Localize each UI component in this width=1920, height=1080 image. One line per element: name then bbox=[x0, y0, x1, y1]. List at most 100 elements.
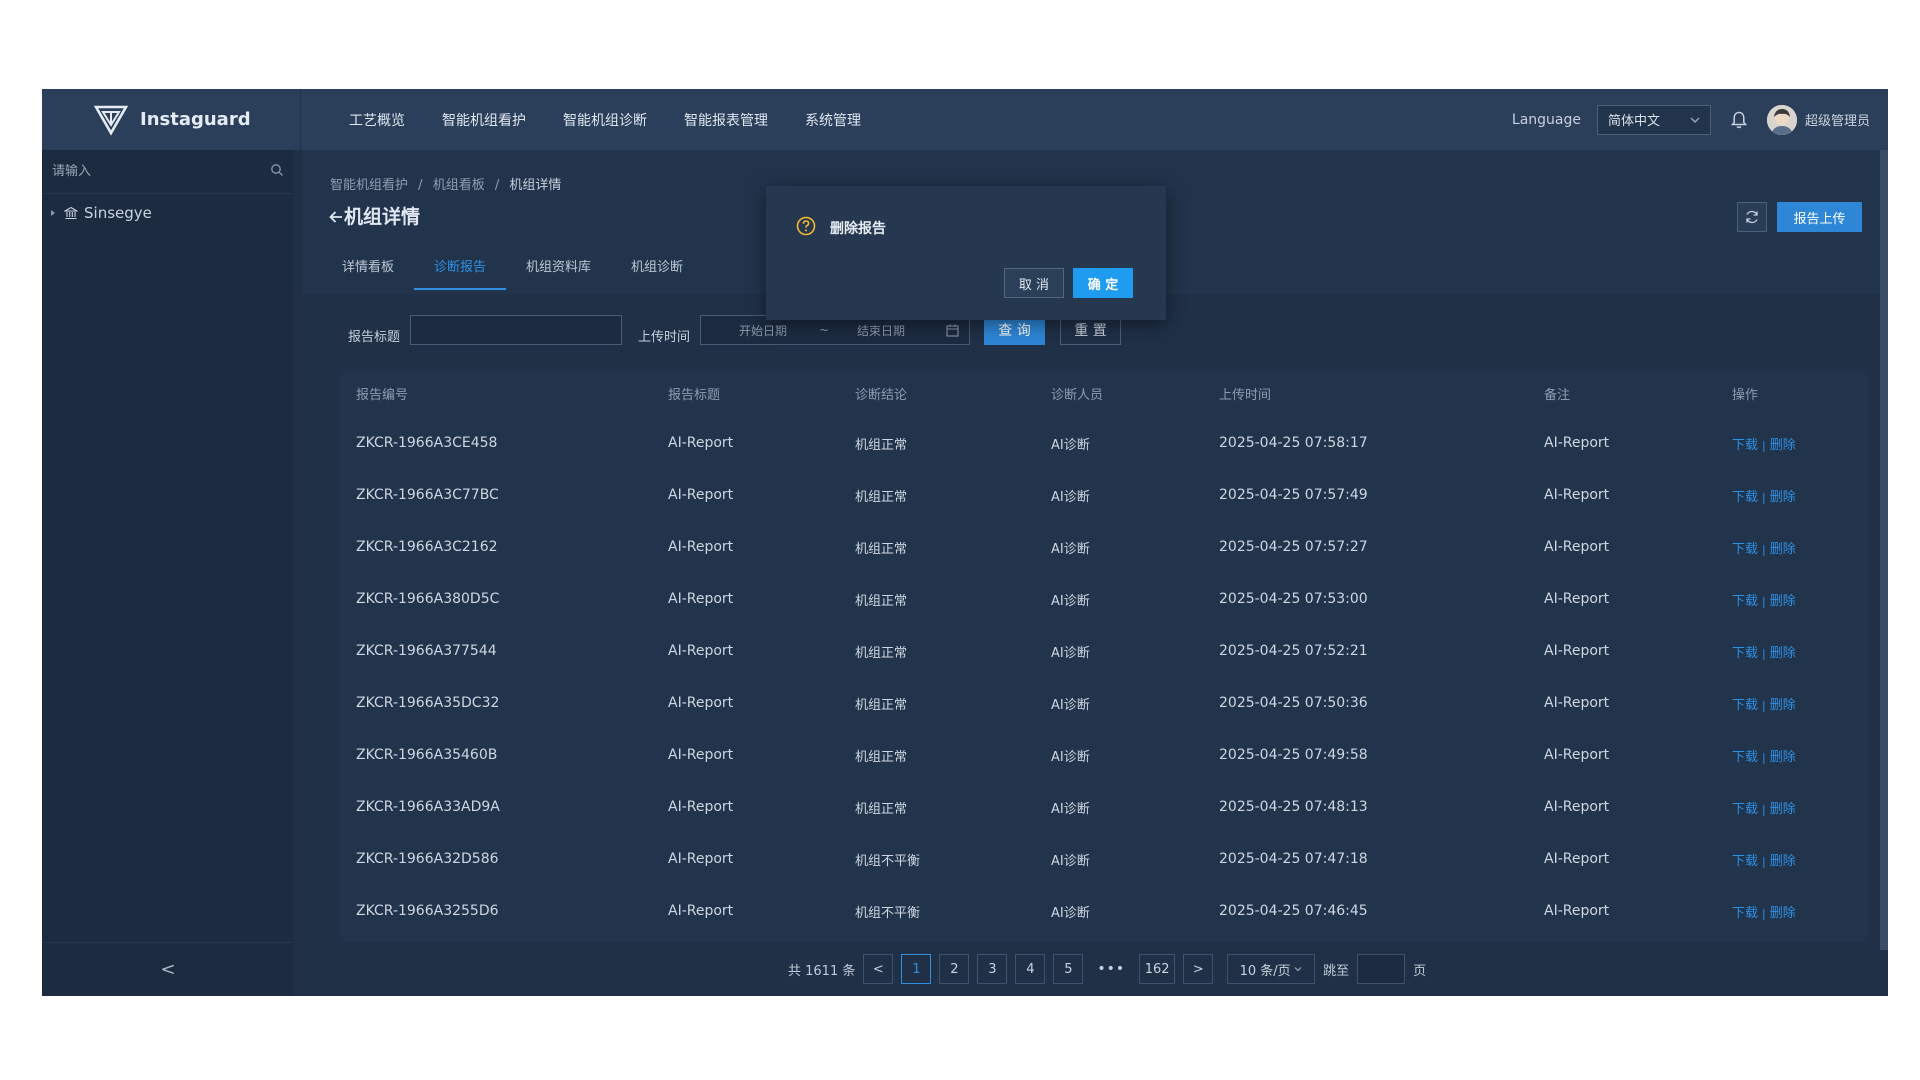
pagination-page-last[interactable]: 162 bbox=[1139, 954, 1176, 984]
breadcrumb: 智能机组看护 / 机组看板 / 机组详情 bbox=[330, 174, 561, 193]
remark-cell: AI-Report bbox=[1544, 903, 1610, 919]
search-icon[interactable] bbox=[270, 163, 284, 177]
pagination-ellipsis[interactable]: ••• bbox=[1097, 961, 1125, 977]
sidebar-search-input[interactable] bbox=[52, 164, 252, 179]
report-upload-button[interactable]: 报告上传 bbox=[1777, 202, 1862, 232]
diagnosis-result-cell: 机组正常 bbox=[855, 697, 908, 713]
question-circle-icon bbox=[796, 216, 816, 236]
breadcrumb-separator: / bbox=[418, 178, 423, 193]
end-date-input[interactable]: 结束日期 bbox=[857, 322, 905, 339]
sidebar-collapse-button[interactable]: < bbox=[42, 942, 294, 996]
pagination-page-2[interactable]: 2 bbox=[939, 954, 970, 984]
download-link[interactable]: 下载 bbox=[1732, 646, 1758, 661]
avatar[interactable] bbox=[1766, 104, 1797, 135]
main-nav: 工艺概览 智能机组看护 智能机组诊断 智能报表管理 系统管理 bbox=[349, 110, 898, 130]
breadcrumb-item[interactable]: 智能机组看护 bbox=[330, 178, 408, 193]
delete-link[interactable]: 删除 bbox=[1770, 698, 1796, 713]
download-link[interactable]: 下载 bbox=[1732, 750, 1758, 765]
report-id-cell: ZKCR-1966A3255D6 bbox=[356, 903, 499, 919]
action-cell: 下载 | 删除 bbox=[1732, 885, 1868, 937]
delete-link[interactable]: 删除 bbox=[1770, 646, 1796, 661]
download-link[interactable]: 下载 bbox=[1732, 802, 1758, 817]
header-divider bbox=[300, 89, 301, 150]
diagnosis-result-cell: 机组正常 bbox=[855, 801, 908, 817]
chevron-left-icon: < bbox=[160, 959, 176, 980]
action-separator: | bbox=[1762, 594, 1766, 608]
download-link[interactable]: 下载 bbox=[1732, 438, 1758, 453]
remark-cell: AI-Report bbox=[1544, 539, 1610, 555]
bell-icon[interactable] bbox=[1729, 110, 1749, 130]
download-link[interactable]: 下载 bbox=[1732, 854, 1758, 869]
tab-unit-library[interactable]: 机组资料库 bbox=[506, 254, 611, 290]
table-row: ZKCR-1966A35460B AI-Report 机组正常 AI诊断 202… bbox=[340, 729, 1868, 781]
action-separator: | bbox=[1762, 750, 1766, 764]
nav-item-unit-diagnosis[interactable]: 智能机组诊断 bbox=[563, 110, 647, 130]
page-title-text: 机组详情 bbox=[344, 206, 421, 228]
user-name[interactable]: 超级管理员 bbox=[1805, 110, 1870, 129]
delete-link[interactable]: 删除 bbox=[1770, 490, 1796, 505]
language-select[interactable]: 简体中文 bbox=[1596, 104, 1711, 135]
table-row: ZKCR-1966A3CE458 AI-Report 机组正常 AI诊断 202… bbox=[340, 417, 1868, 469]
delete-link[interactable]: 删除 bbox=[1770, 906, 1796, 921]
table-row: ZKCR-1966A3255D6 AI-Report 机组不平衡 AI诊断 20… bbox=[340, 885, 1868, 937]
caret-right-icon[interactable] bbox=[50, 209, 56, 217]
tree-item-root[interactable]: Sinsegye bbox=[42, 194, 294, 232]
report-title-cell: AI-Report bbox=[668, 799, 734, 815]
pagination-page-1[interactable]: 1 bbox=[901, 954, 932, 984]
nav-item-process-overview[interactable]: 工艺概览 bbox=[349, 110, 405, 130]
pagination-prev-button[interactable]: < bbox=[863, 954, 894, 984]
action-separator: | bbox=[1762, 854, 1766, 868]
tab-diagnosis-report[interactable]: 诊断报告 bbox=[414, 254, 507, 290]
pagination-page-5[interactable]: 5 bbox=[1053, 954, 1084, 984]
dialog-confirm-button[interactable]: 确 定 bbox=[1073, 268, 1133, 298]
table-row: ZKCR-1966A33AD9A AI-Report 机组正常 AI诊断 202… bbox=[340, 781, 1868, 833]
pagination-page-4[interactable]: 4 bbox=[1015, 954, 1046, 984]
delete-link[interactable]: 删除 bbox=[1770, 854, 1796, 869]
report-title-cell: AI-Report bbox=[668, 435, 734, 451]
report-title-input[interactable] bbox=[410, 315, 622, 345]
download-link[interactable]: 下载 bbox=[1732, 542, 1758, 557]
delete-link[interactable]: 删除 bbox=[1770, 542, 1796, 557]
page-size-select[interactable]: 10 条/页 bbox=[1227, 954, 1316, 984]
download-link[interactable]: 下载 bbox=[1732, 906, 1758, 921]
pagination-next-button[interactable]: > bbox=[1183, 954, 1214, 984]
vertical-scrollbar[interactable] bbox=[1880, 150, 1888, 950]
dialog-title: 删除报告 bbox=[830, 221, 886, 237]
table-header-row: 报告编号 报告标题 诊断结论 诊断人员 上传时间 备注 操作 bbox=[340, 369, 1868, 417]
app-name: Instaguard bbox=[140, 109, 251, 130]
report-id-cell: ZKCR-1966A3CE458 bbox=[356, 435, 498, 451]
refresh-icon bbox=[1746, 210, 1758, 224]
download-link[interactable]: 下载 bbox=[1732, 594, 1758, 609]
tab-unit-diagnosis[interactable]: 机组诊断 bbox=[611, 254, 703, 290]
delete-link[interactable]: 删除 bbox=[1770, 438, 1796, 453]
nav-item-system-management[interactable]: 系统管理 bbox=[805, 110, 861, 130]
breadcrumb-item[interactable]: 机组看板 bbox=[433, 178, 485, 193]
report-title-label: 报告标题 bbox=[348, 330, 401, 345]
delete-link[interactable]: 删除 bbox=[1770, 802, 1796, 817]
nav-item-unit-care[interactable]: 智能机组看护 bbox=[442, 110, 526, 130]
jump-to-input[interactable] bbox=[1357, 954, 1406, 984]
language-value: 简体中文 bbox=[1607, 114, 1660, 129]
delete-link[interactable]: 删除 bbox=[1770, 594, 1796, 609]
upload-time-cell: 2025-04-25 07:57:49 bbox=[1219, 487, 1368, 503]
delete-link[interactable]: 删除 bbox=[1770, 750, 1796, 765]
filter-bar: 报告标题 上传时间 开始日期 ~ 结束日期 查 询 重 置 bbox=[294, 315, 1888, 355]
start-date-input[interactable]: 开始日期 bbox=[739, 322, 787, 339]
diagnosis-result-cell: 机组正常 bbox=[855, 749, 908, 765]
refresh-button[interactable] bbox=[1737, 202, 1767, 232]
sidebar-search bbox=[42, 150, 294, 194]
diagnosis-result-cell: 机组正常 bbox=[855, 645, 908, 661]
user-avatar-icon bbox=[1766, 104, 1797, 135]
diagnostician-cell: AI诊断 bbox=[1051, 749, 1090, 765]
instaguard-logo-icon bbox=[94, 105, 128, 136]
column-header: 诊断结论 bbox=[855, 387, 908, 403]
tab-detail-board[interactable]: 详情看板 bbox=[322, 254, 414, 290]
column-header: 操作 bbox=[1732, 387, 1759, 403]
dialog-cancel-button[interactable]: 取 消 bbox=[1004, 268, 1064, 298]
logo[interactable]: Instaguard bbox=[42, 89, 300, 150]
download-link[interactable]: 下载 bbox=[1732, 490, 1758, 505]
nav-item-report-management[interactable]: 智能报表管理 bbox=[684, 110, 768, 130]
download-link[interactable]: 下载 bbox=[1732, 698, 1758, 713]
pagination-page-3[interactable]: 3 bbox=[977, 954, 1008, 984]
back-arrow-icon[interactable] bbox=[328, 209, 344, 225]
